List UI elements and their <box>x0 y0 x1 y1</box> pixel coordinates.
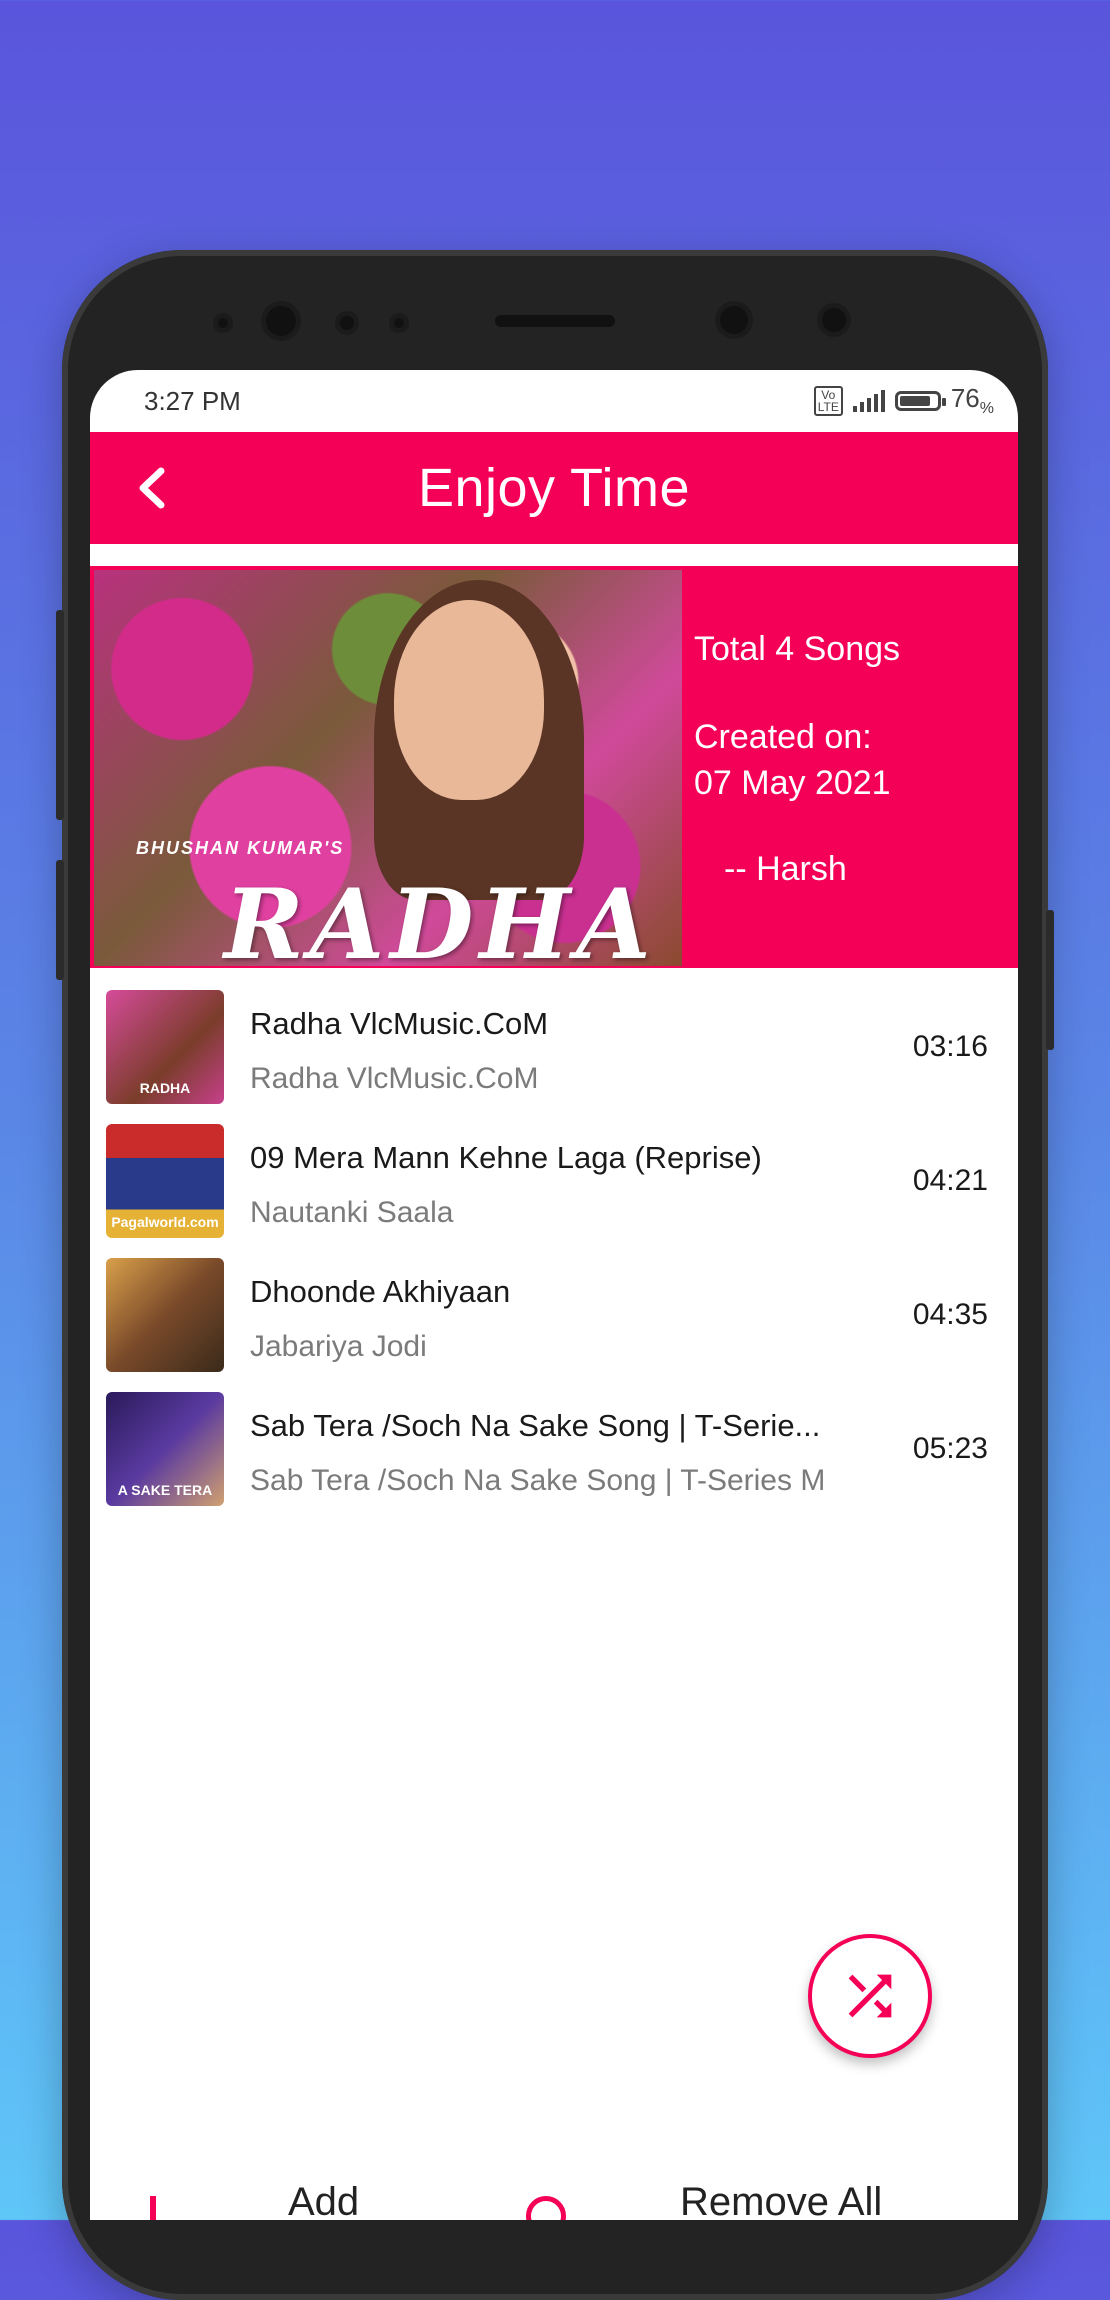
volte-icon: Vo LTE <box>813 386 843 416</box>
song-row[interactable]: Dhoonde Akhiyaan Jabariya Jodi 04:35 <box>90 1248 1018 1382</box>
volume-button-2 <box>56 860 64 980</box>
song-duration: 04:35 <box>912 1298 988 1331</box>
battery-percent: 76% <box>950 383 994 418</box>
shuffle-icon <box>848 1974 892 2018</box>
song-thumbnail <box>106 1258 224 1372</box>
remove-icon <box>526 2196 566 2220</box>
song-list: RADHA Radha VlcMusic.CoM Radha VlcMusic.… <box>90 980 1018 1516</box>
song-duration: 03:16 <box>912 1030 988 1063</box>
add-icon <box>150 2196 156 2220</box>
playlist-header: BHUSHAN KUMAR'S RADHA Total 4 Songs Crea… <box>90 566 1018 968</box>
power-button <box>1046 910 1054 1050</box>
add-button[interactable]: Add <box>288 2180 359 2220</box>
app-screen: 3:27 PM Vo LTE 76% Enjoy Time BHUSHAN KUM… <box>90 370 1018 2220</box>
status-icons: Vo LTE 76% <box>813 383 994 418</box>
song-title: Dhoonde Akhiyaan <box>250 1274 511 1309</box>
song-thumbnail: A SAKE TERA <box>106 1392 224 1506</box>
earpiece-speaker <box>495 315 615 327</box>
status-bar: 3:27 PM Vo LTE 76% <box>90 370 1018 432</box>
front-camera <box>266 306 296 336</box>
song-title: 09 Mera Mann Kehne Laga (Reprise) <box>250 1140 762 1175</box>
sensor-dot <box>394 318 404 328</box>
sensor-dot <box>340 316 354 330</box>
song-artist: Radha VlcMusic.CoM <box>250 1062 539 1095</box>
total-songs: Total 4 Songs <box>694 630 901 668</box>
song-title: Radha VlcMusic.CoM <box>250 1006 549 1041</box>
back-button[interactable] <box>122 458 182 518</box>
song-duration: 04:21 <box>912 1164 988 1197</box>
cover-logo: RADHA <box>224 868 657 966</box>
page-title: Enjoy Time <box>417 458 691 518</box>
song-artist: Jabariya Jodi <box>250 1330 427 1363</box>
remove-all-button[interactable]: Remove All <box>680 2180 882 2220</box>
song-thumbnail: RADHA <box>106 990 224 1104</box>
song-artist: Nautanki Saala <box>250 1196 454 1229</box>
playlist-cover-image: BHUSHAN KUMAR'S RADHA <box>94 570 682 966</box>
battery-icon <box>894 391 946 411</box>
song-row[interactable]: Pagalworld.com 09 Mera Mann Kehne Laga (… <box>90 1114 1018 1248</box>
cover-byline: BHUSHAN KUMAR'S <box>136 838 345 858</box>
playlist-author: -- Harsh <box>724 850 847 888</box>
song-row[interactable]: RADHA Radha VlcMusic.CoM Radha VlcMusic.… <box>90 980 1018 1114</box>
song-thumbnail: Pagalworld.com <box>106 1124 224 1238</box>
sensor-dot <box>720 306 748 334</box>
created-date: 07 May 2021 <box>694 764 891 802</box>
song-duration: 05:23 <box>912 1432 988 1465</box>
song-row[interactable]: A SAKE TERA Sab Tera /Soch Na Sake Song … <box>90 1382 1018 1516</box>
shuffle-button[interactable] <box>808 1934 932 2058</box>
sensor-dot <box>218 318 228 328</box>
cover-art-shape <box>394 600 544 800</box>
sensor-dot <box>822 308 846 332</box>
song-title: Sab Tera /Soch Na Sake Song | T-Serie... <box>250 1408 821 1443</box>
bottom-action-bar: Add Remove All <box>90 2180 1018 2220</box>
song-artist: Sab Tera /Soch Na Sake Song | T-Series M <box>250 1464 826 1497</box>
arrow-back-icon <box>139 467 165 509</box>
signal-icon <box>852 390 885 412</box>
created-label: Created on: <box>694 718 872 756</box>
playlist-info: Total 4 Songs Created on: 07 May 2021 --… <box>694 626 900 892</box>
status-time: 3:27 PM <box>144 385 241 416</box>
app-bar: Enjoy Time <box>90 432 1018 544</box>
volume-button <box>56 610 64 820</box>
